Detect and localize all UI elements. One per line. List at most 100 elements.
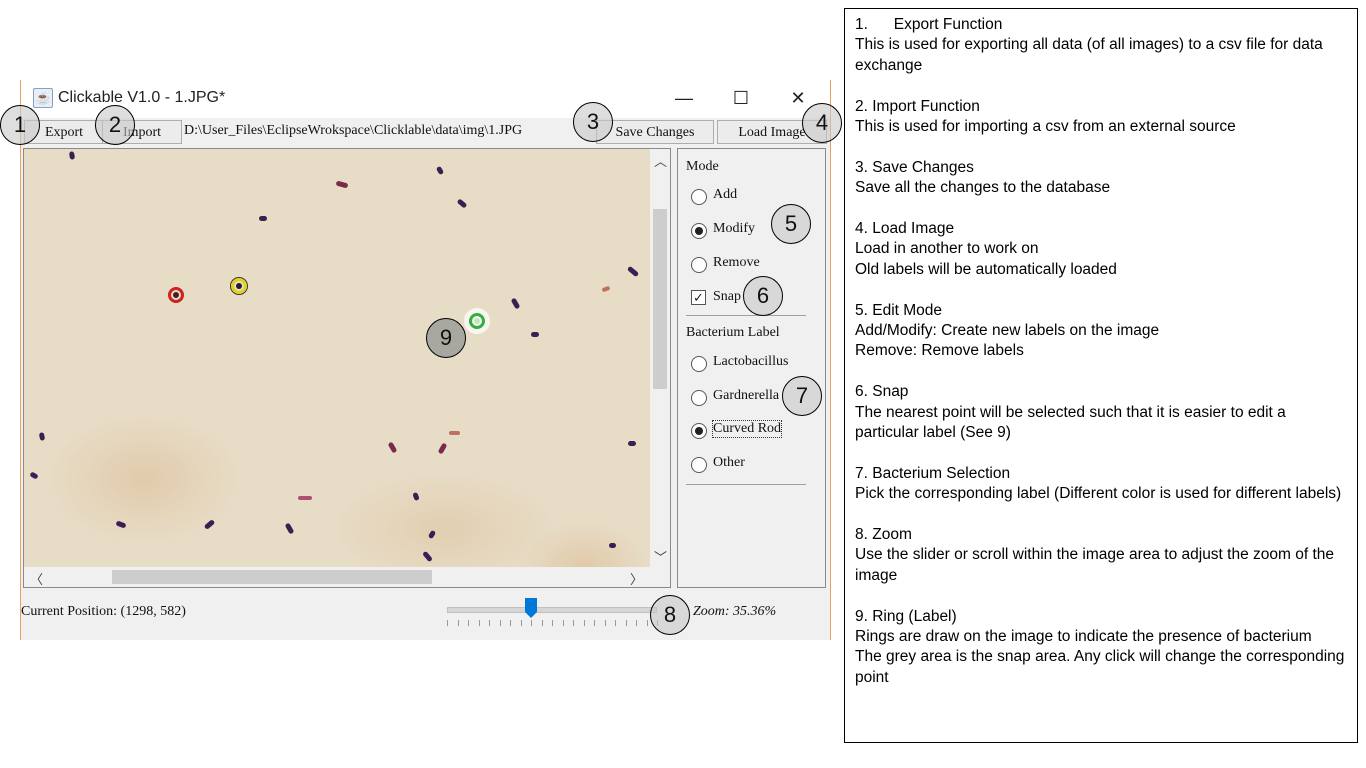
section-heading: 3. Save Changes — [855, 158, 974, 176]
vertical-scrollbar[interactable]: ︿ ﹀ — [650, 149, 670, 567]
slider-tick — [541, 620, 543, 626]
slider-tick — [594, 620, 595, 626]
app-window: ☕ Clickable V1.0 - 1.JPG* — ☐ ✕ Export I… — [20, 80, 831, 640]
scroll-right-icon[interactable]: 〉 — [630, 569, 643, 587]
bacterium-other-label[interactable]: Other — [713, 455, 745, 471]
scroll-up-icon[interactable]: ︿ — [654, 151, 667, 170]
bacterium-curved-rod-label[interactable]: Curved Rod — [711, 420, 783, 438]
mode-modify-radio[interactable] — [691, 223, 707, 239]
callout-2: 2 — [95, 105, 135, 145]
mode-remove-label[interactable]: Remove — [713, 255, 760, 271]
section-heading: 8. Zoom — [855, 526, 912, 544]
description-section-4: 4. Load Image Load in another to work on… — [855, 219, 1347, 280]
panel-divider — [686, 484, 806, 485]
bacterium-gardnerella-radio[interactable] — [691, 390, 707, 406]
bacterium — [437, 442, 448, 455]
zoom-slider-thumb[interactable] — [525, 598, 537, 618]
section-heading: 7. Bacterium Selection — [855, 464, 1011, 482]
toolbar: Export Import D:\User_Files\EclipseWroks… — [21, 118, 830, 146]
minimize-button[interactable]: — — [669, 86, 699, 110]
title-bar: ☕ Clickable V1.0 - 1.JPG* — ☐ ✕ — [21, 80, 830, 118]
label-ring-red[interactable] — [168, 287, 184, 303]
slider-tick — [615, 620, 616, 626]
bacterium — [335, 180, 349, 189]
callout-7: 7 — [782, 376, 822, 416]
section-text: Rings are draw on the image to indicate … — [855, 628, 1312, 646]
save-changes-button[interactable]: Save Changes — [596, 120, 714, 144]
callout-1: 1 — [0, 105, 40, 145]
label-ring-yellow[interactable] — [231, 278, 247, 294]
description-section-1: 1. Export Function This is used for expo… — [855, 15, 1347, 76]
snap-label[interactable]: Snap — [713, 289, 741, 305]
section-text: Add/Modify: Create new labels on the ima… — [855, 322, 1160, 340]
bacterium-curved-rod-radio[interactable] — [691, 423, 707, 439]
bacterium — [609, 543, 616, 548]
bacterium — [456, 198, 468, 209]
section-heading: 6. Snap — [855, 383, 909, 401]
slider-tick — [447, 620, 448, 626]
section-text: Save all the changes to the database — [855, 179, 1111, 197]
callout-5: 5 — [771, 204, 811, 244]
description-section-5: 5. Edit Mode Add/Modify: Create new labe… — [855, 301, 1347, 362]
slider-tick — [499, 620, 501, 626]
bacterium — [422, 550, 433, 563]
bacterium — [435, 165, 445, 176]
bacterium — [38, 432, 46, 441]
section-text: Load in another to work on — [855, 240, 1039, 258]
mode-add-label[interactable]: Add — [713, 187, 737, 203]
horizontal-scroll-thumb[interactable] — [112, 570, 432, 584]
bacterium-lactobacillus-radio[interactable] — [691, 356, 707, 372]
description-section-9: 9. Ring (Label) Rings are draw on the im… — [855, 607, 1347, 689]
label-ring-green[interactable] — [469, 313, 485, 329]
slider-tick — [646, 620, 648, 626]
slider-tick — [468, 620, 469, 626]
description-section-8: 8. Zoom Use the slider or scroll within … — [855, 525, 1347, 586]
file-path: D:\User_Files\EclipseWrokspace\Clicklabl… — [184, 123, 523, 138]
description-section-3: 3. Save Changes Save all the changes to … — [855, 158, 1347, 199]
bacterium — [284, 522, 295, 535]
mode-add-radio[interactable] — [691, 189, 707, 205]
scroll-left-icon[interactable]: 〈 — [30, 569, 43, 587]
horizontal-scrollbar[interactable]: 〈 〉 — [24, 567, 650, 587]
bacterium-lactobacillus-label[interactable]: Lactobacillus — [713, 354, 788, 370]
image-viewport[interactable]: ︿ ﹀ 〈 〉 — [23, 148, 671, 588]
bacterium — [531, 332, 539, 337]
current-position: Current Position: (1298, 582) — [21, 604, 186, 619]
zoom-readout: Zoom: 35.36% — [693, 604, 777, 619]
slider-tick — [520, 620, 522, 626]
bacterium-heading: Bacterium Label — [686, 325, 780, 340]
panel-divider — [686, 315, 806, 316]
section-text: The grey area is the snap area. Any clic… — [855, 648, 1345, 686]
bacterium — [412, 491, 420, 502]
mode-remove-radio[interactable] — [691, 257, 707, 273]
bacterium — [387, 441, 398, 454]
snap-checkbox[interactable]: ✓ — [691, 290, 706, 305]
section-text: This is used for importing a csv from an… — [855, 118, 1236, 136]
bacterium — [298, 496, 312, 500]
microscope-image[interactable] — [24, 149, 650, 567]
vertical-scroll-thumb[interactable] — [653, 209, 667, 389]
bacterium — [510, 297, 521, 310]
section-text: Use the slider or scroll within the imag… — [855, 546, 1335, 584]
bacterium — [601, 285, 611, 293]
bacterium — [29, 471, 39, 480]
slider-tick — [583, 620, 585, 626]
callout-3: 3 — [573, 102, 613, 142]
slider-tick — [573, 620, 574, 626]
section-text: Remove: Remove labels — [855, 342, 1024, 360]
mode-heading: Mode — [686, 159, 719, 174]
section-heading: 9. Ring (Label) — [855, 607, 957, 625]
scroll-down-icon[interactable]: ﹀ — [654, 547, 667, 566]
mode-modify-label[interactable]: Modify — [713, 221, 755, 237]
bacterium — [626, 265, 640, 278]
section-text: The nearest point will be selected such … — [855, 403, 1286, 442]
bacterium-other-radio[interactable] — [691, 457, 707, 473]
maximize-button[interactable]: ☐ — [726, 86, 756, 110]
bacterium-gardnerella-label[interactable]: Gardnerella — [713, 388, 779, 404]
bacterium — [203, 519, 216, 530]
section-heading: 2. Import Function — [855, 97, 980, 115]
callout-4: 4 — [802, 103, 842, 143]
zoom-slider[interactable] — [447, 607, 657, 613]
bacterium — [68, 151, 76, 160]
description-section-6: 6. Snap The nearest point will be select… — [855, 382, 1347, 443]
